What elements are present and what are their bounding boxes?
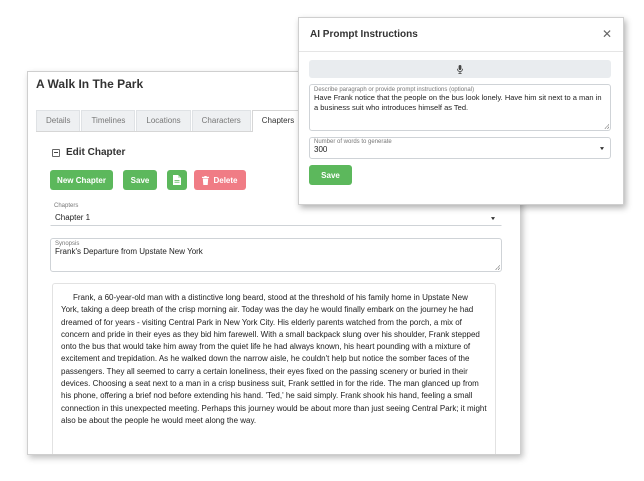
voice-input-button[interactable] — [309, 60, 611, 78]
tab-characters[interactable]: Characters — [191, 110, 251, 131]
prompt-instructions-field[interactable]: Describe paragraph or provide prompt ins… — [309, 84, 611, 131]
edit-chapter-header[interactable]: Edit Chapter — [52, 147, 125, 158]
resize-grip-icon[interactable] — [495, 265, 500, 270]
trash-icon — [202, 175, 210, 185]
chapters-label: Chapters — [54, 203, 79, 209]
resize-grip-icon[interactable] — [604, 124, 609, 129]
delete-label: Delete — [213, 175, 238, 185]
new-chapter-button[interactable]: New Chapter — [50, 170, 113, 190]
delete-chapter-button[interactable]: Delete — [194, 170, 246, 190]
prompt-instructions-value: Have Frank notice that the people on the… — [314, 93, 602, 112]
chapter-text-editor[interactable]: Frank, a 60-year-old man with a distinct… — [52, 283, 496, 454]
tab-details[interactable]: Details — [36, 110, 81, 131]
ai-prompt-dialog: AI Prompt Instructions ✕ Describe paragr… — [298, 17, 624, 205]
word-count-select[interactable]: Number of words to generate 300 — [309, 137, 611, 159]
tab-timelines[interactable]: Timelines — [81, 110, 136, 131]
collapse-minus-icon[interactable] — [52, 148, 60, 157]
section-title: Edit Chapter — [66, 147, 126, 158]
chapters-select-value: Chapter 1 — [55, 213, 91, 222]
word-count-value: 300 — [314, 145, 328, 154]
tab-chapters[interactable]: Chapters — [251, 110, 305, 132]
close-icon[interactable]: ✕ — [602, 28, 612, 40]
tab-locations[interactable]: Locations — [136, 110, 191, 131]
chevron-down-icon — [600, 147, 604, 151]
microphone-icon — [457, 64, 463, 74]
app-title: A Walk In The Park — [36, 77, 144, 91]
chapter-paragraph: Frank, a 60-year-old man with a distinct… — [61, 293, 487, 425]
synopsis-value: Frank's Departure from Upstate New York — [55, 247, 203, 256]
export-button[interactable] — [167, 170, 187, 190]
chevron-down-icon — [491, 217, 495, 221]
save-chapter-button[interactable]: Save — [123, 170, 157, 190]
file-icon — [173, 175, 181, 185]
synopsis-field[interactable]: Synopsis Frank's Departure from Upstate … — [50, 238, 502, 272]
chapters-select[interactable]: Chapter 1 — [50, 210, 502, 226]
dialog-title: AI Prompt Instructions — [310, 29, 418, 40]
dialog-divider — [299, 51, 623, 52]
dialog-save-button[interactable]: Save — [309, 165, 352, 185]
